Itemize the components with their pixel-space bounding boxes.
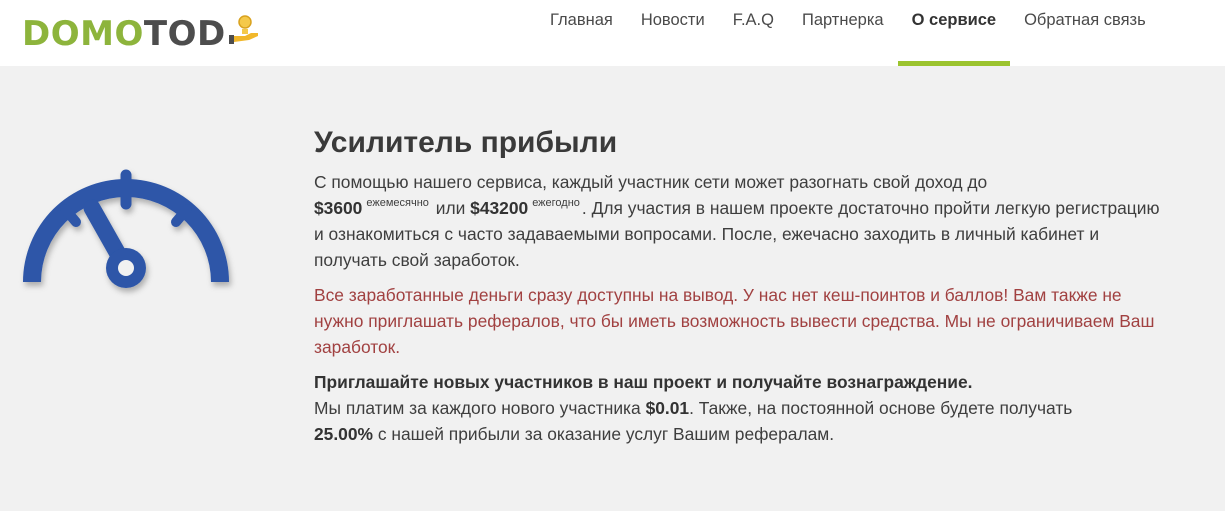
referral-text-2: . Также, на постоянной основе будете пол…: [689, 398, 1073, 418]
intro-paragraph: С помощью нашего сервиса, каждый участни…: [314, 169, 1174, 273]
site-logo[interactable]: DOMOTOD: [22, 12, 261, 56]
or-text: или: [435, 198, 466, 218]
monthly-amount: $3600: [314, 198, 363, 218]
intro-text-start: С помощью нашего сервиса, каждый участни…: [314, 172, 988, 192]
referral-text-3: с нашей прибыли за оказание услуг Вашим …: [377, 424, 835, 444]
withdrawal-paragraph: Все заработанные деньги сразу доступны н…: [314, 285, 1155, 357]
nav-item-partners[interactable]: Партнерка: [788, 0, 898, 66]
logo-text-tod: TOD: [143, 14, 226, 54]
logo-wordmark: DOMOTOD: [22, 17, 226, 51]
nav-item-faq[interactable]: F.A.Q: [719, 0, 788, 66]
nav-item-about[interactable]: О сервисе: [897, 0, 1011, 66]
nav-item-home[interactable]: Главная: [536, 0, 627, 66]
nav-item-news[interactable]: Новости: [627, 0, 719, 66]
monthly-label: ежемесячно: [366, 197, 429, 209]
referral-percent: 25.00%: [314, 424, 373, 444]
logo-text-domo: DOMO: [22, 14, 144, 54]
main-nav: Главная Новости F.A.Q Партнерка О сервис…: [536, 0, 1160, 66]
referral-amount: $0.01: [645, 398, 690, 418]
yearly-label: ежегодно: [532, 197, 580, 209]
page-title: Усилитель прибыли: [314, 126, 618, 159]
coin-hand-icon: [228, 15, 258, 44]
referral-heading: Приглашайте новых участников в наш проек…: [314, 372, 973, 392]
yearly-amount: $43200: [470, 198, 529, 218]
referral-text-1: Мы платим за каждого нового участника: [314, 398, 641, 418]
speedometer-icon: [23, 169, 229, 288]
nav-item-contact[interactable]: Обратная связь: [1010, 0, 1160, 66]
referral-paragraph: Приглашайте новых участников в наш проек…: [314, 369, 1174, 447]
about-section: Усилитель прибыли С помощью нашего серви…: [314, 124, 1174, 447]
site-header: DOMOTOD Главная Новости F.A.Q Партнерка …: [0, 0, 1225, 66]
